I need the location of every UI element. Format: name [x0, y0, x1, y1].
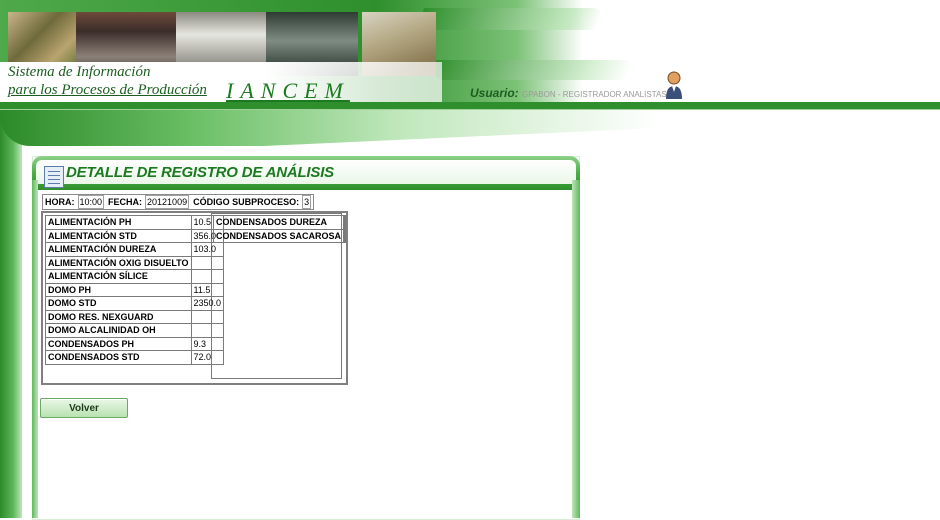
- analysis-value: [190, 255, 225, 270]
- analysis-name: CONDENSADOS SACAROSA: [213, 228, 345, 243]
- table-row: ALIMENTACIÓN STD 356.0: [45, 228, 225, 243]
- analysis-name: ALIMENTACIÓN DUREZA: [45, 242, 192, 257]
- analysis-name: DOMO PH: [45, 282, 192, 297]
- header-divider-light: [0, 109, 940, 110]
- list-document-icon: [44, 166, 64, 188]
- table-row: ALIMENTACIÓN PH 10.5: [45, 215, 225, 230]
- header-swoosh-lower: [425, 60, 635, 80]
- analysis-table-left: ALIMENTACIÓN PH 10.5 ALIMENTACIÓN STD 356.…: [45, 215, 225, 365]
- analysis-value: 9.3: [190, 336, 225, 351]
- analysis-name: ALIMENTACIÓN SÍLICE: [45, 269, 192, 284]
- hora-label: HORA:: [45, 197, 75, 207]
- table-row: ALIMENTACIÓN OXIG DISUELTO: [45, 255, 225, 270]
- analysis-value: 103.0: [190, 242, 225, 257]
- analysis-name: CONDENSADOS PH: [45, 336, 192, 351]
- analysis-name: ALIMENTACIÓN STD: [45, 228, 192, 243]
- brand-name: IANCEM: [226, 78, 350, 103]
- analysis-name: DOMO RES. NEXGUARD: [45, 309, 192, 324]
- panel-right-border: [572, 180, 580, 518]
- analysis-value: [343, 215, 346, 230]
- user-avatar-icon: [666, 71, 682, 99]
- analysis-name: ALIMENTACIÓN PH: [45, 215, 192, 230]
- analysis-value: [190, 269, 225, 284]
- table-row: CONDENSADOS STD 72.0: [45, 350, 225, 365]
- back-button[interactable]: Volver: [40, 398, 128, 418]
- table-row: DOMO RES. NEXGUARD: [45, 309, 225, 324]
- codigo-value: 3: [302, 195, 312, 209]
- table-row: DOMO STD 2350.0: [45, 296, 225, 311]
- table-row: ALIMENTACIÓN SÍLICE: [45, 269, 225, 284]
- analysis-name: DOMO ALCALINIDAD OH: [45, 323, 192, 338]
- record-info: HORA: 10:00 FECHA: 20121009 CÓDIGO SUBPR…: [42, 194, 315, 210]
- top-swoosh: [0, 110, 660, 146]
- analysis-name: CONDENSADOS DUREZA: [213, 215, 345, 230]
- table-row: ALIMENTACIÓN DUREZA 103.0: [45, 242, 225, 257]
- panel-title: DETALLE DE REGISTRO DE ANÁLISIS: [66, 164, 334, 181]
- table-row: CONDENSADOS DUREZA: [213, 215, 346, 230]
- user-info: Usuario: GPABON - REGISTRADOR ANALISTAS: [470, 86, 667, 100]
- analysis-name: DOMO STD: [45, 296, 192, 311]
- table-row: DOMO ALCALINIDAD OH: [45, 323, 225, 338]
- fecha-label: FECHA:: [108, 197, 143, 207]
- logo-line-1: Sistema de Información: [8, 64, 151, 80]
- fecha-value: 20121009: [145, 195, 190, 209]
- left-side-bar: [0, 110, 22, 518]
- user-value: GPABON - REGISTRADOR ANALISTAS: [522, 90, 667, 99]
- analysis-table-right: CONDENSADOS DUREZA CONDENSADOS SACAROSA: [213, 215, 346, 243]
- table-row: DOMO PH 11.5: [45, 282, 225, 297]
- hora-value: 10:00: [77, 195, 105, 209]
- analysis-value: [190, 309, 225, 324]
- header-divider: [0, 102, 940, 109]
- analysis-name: CONDENSADOS STD: [45, 350, 192, 365]
- analysis-value: 72.0: [190, 350, 225, 365]
- table-row: CONDENSADOS PH 9.3: [45, 336, 225, 351]
- analysis-value: [190, 323, 225, 338]
- analysis-name: ALIMENTACIÓN OXIG DISUELTO: [45, 255, 192, 270]
- codigo-label: CÓDIGO SUBPROCESO:: [193, 197, 300, 207]
- analysis-value: [343, 228, 346, 243]
- table-row: CONDENSADOS SACAROSA: [213, 228, 346, 243]
- header-swoosh: [415, 8, 605, 30]
- user-label: Usuario:: [470, 86, 519, 100]
- analysis-value: 2350.0: [190, 296, 225, 311]
- analysis-value: 11.5: [190, 282, 225, 297]
- panel-left-border: [32, 180, 38, 518]
- logo-line-2: para los Procesos de Producción: [8, 82, 207, 98]
